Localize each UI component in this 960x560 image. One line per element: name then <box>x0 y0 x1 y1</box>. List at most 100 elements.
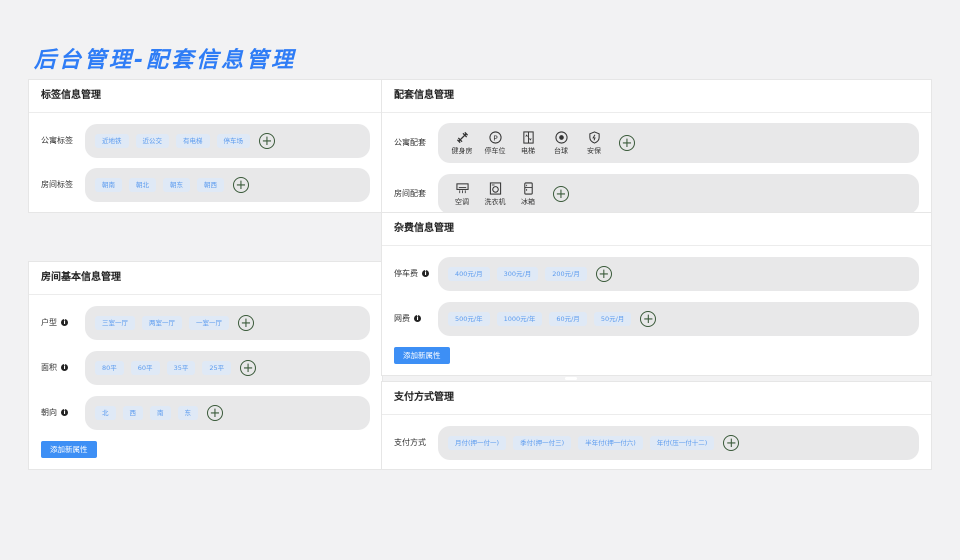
facility-item[interactable]: 空调 <box>448 182 476 207</box>
tag-chip[interactable]: 朝东 <box>163 178 190 192</box>
tag-chip[interactable]: 朝西 <box>197 178 224 192</box>
facility-list: 空调 洗衣机 冰箱 + <box>438 174 919 214</box>
row-label: 房间标签 <box>41 180 73 189</box>
facility-list: 健身房 P 停车位 电梯 台球 安保 + <box>438 123 919 163</box>
attribute-chip[interactable]: 西 <box>122 406 143 420</box>
internet-fee-row: 网费 i 500元/年 1000元/年 60元/月 50元/月 + <box>394 302 919 336</box>
facility-item[interactable]: 洗衣机 <box>481 182 509 207</box>
parking-icon: P <box>488 131 502 145</box>
tag-chip[interactable]: 朝南 <box>95 178 122 192</box>
attribute-chip[interactable]: 一室一厅 <box>189 316 229 330</box>
attribute-chip[interactable]: 25平 <box>202 361 232 375</box>
tag-chip[interactable]: 停车场 <box>216 134 250 148</box>
facility-item[interactable]: 电梯 <box>514 131 542 156</box>
payment-chip[interactable]: 季付(押一付三) <box>513 436 572 450</box>
fee-chip[interactable]: 60元/月 <box>549 312 587 326</box>
fridge-icon <box>521 182 535 196</box>
tag-info-card: 标签信息管理 公寓标签 近地铁 近公交 有电梯 停车场 + 房间标签 朝南 朝北… <box>28 79 383 213</box>
info-icon[interactable]: i <box>61 409 68 416</box>
attribute-chip[interactable]: 两室一厅 <box>142 316 182 330</box>
row-label: 公寓标签 <box>41 136 73 145</box>
row-label: 支付方式 <box>394 438 426 447</box>
row-label: 网费 i <box>394 302 421 336</box>
area-row: 面积 i 80平 60平 35平 25平 + <box>41 351 370 385</box>
fee-chip[interactable]: 200元/月 <box>545 267 587 281</box>
svg-text:P: P <box>493 133 498 142</box>
tag-chip[interactable]: 近公交 <box>135 134 169 148</box>
attribute-list: 三室一厅 两室一厅 一室一厅 + <box>85 306 370 340</box>
add-icon[interactable]: + <box>233 177 249 193</box>
row-label: 面积 i <box>41 351 68 385</box>
payment-method-card: 支付方式管理 支付方式 月付(押一付一) 季付(押一付三) 半年付(押一付六) … <box>381 381 932 470</box>
row-label: 朝向 i <box>41 396 68 430</box>
fee-chip[interactable]: 50元/月 <box>593 312 632 326</box>
billiards-icon <box>554 131 568 145</box>
payment-card-title: 支付方式管理 <box>382 382 931 415</box>
fee-info-card: 杂费信息管理 停车费 i 400元/月 300元/月 200元/月 + 网费 i 5… <box>381 212 932 376</box>
payment-chip[interactable]: 月付(押一付一) <box>448 436 507 450</box>
apartment-tag-row: 公寓标签 近地铁 近公交 有电梯 停车场 + <box>41 124 370 158</box>
tag-list: 朝南 朝北 朝东 朝西 + <box>85 168 370 202</box>
attribute-chip[interactable]: 35平 <box>166 361 196 375</box>
fee-list: 400元/月 300元/月 200元/月 + <box>438 257 919 291</box>
add-icon[interactable]: + <box>595 266 612 282</box>
add-icon[interactable]: + <box>640 311 657 327</box>
payment-chip[interactable]: 年付(压一付十二) <box>649 436 715 450</box>
fee-chip[interactable]: 300元/月 <box>496 267 539 281</box>
add-attribute-button[interactable]: 添加新属性 <box>41 441 97 458</box>
fee-chip[interactable]: 500元/年 <box>448 312 490 326</box>
add-icon[interactable]: + <box>259 133 275 149</box>
facility-item[interactable]: 健身房 <box>448 131 476 156</box>
tag-chip[interactable]: 有电梯 <box>176 134 210 148</box>
dumbbell-icon <box>455 131 469 145</box>
add-icon[interactable]: + <box>207 405 223 421</box>
attribute-list: 80平 60平 35平 25平 + <box>85 351 370 385</box>
info-icon[interactable]: i <box>414 315 421 322</box>
apartment-facility-row: 公寓配套 健身房 P 停车位 电梯 台球 安保 + <box>394 123 919 163</box>
room-card-title: 房间基本信息管理 <box>29 262 382 295</box>
attribute-chip[interactable]: 东 <box>177 406 198 420</box>
tag-card-title: 标签信息管理 <box>29 80 382 113</box>
info-icon[interactable]: i <box>61 319 68 326</box>
fee-chip[interactable]: 400元/月 <box>448 267 490 281</box>
fee-chip[interactable]: 1000元/年 <box>496 312 543 326</box>
row-label: 停车费 i <box>394 257 429 291</box>
attribute-chip[interactable]: 南 <box>150 406 171 420</box>
washing-machine-icon <box>488 182 502 196</box>
orientation-row: 朝向 i 北 西 南 东 + <box>41 396 370 430</box>
room-basic-info-card: 房间基本信息管理 户型 i 三室一厅 两室一厅 一室一厅 + 面积 i 80平 60… <box>28 261 383 470</box>
page-title: 后台管理-配套信息管理 <box>34 48 297 73</box>
add-icon[interactable]: + <box>240 360 257 376</box>
facility-item[interactable]: P 停车位 <box>481 131 509 156</box>
resize-handle[interactable] <box>565 377 577 380</box>
attribute-chip[interactable]: 60平 <box>130 361 160 375</box>
facility-item[interactable]: 台球 <box>547 131 575 156</box>
payment-list: 月付(押一付一) 季付(押一付三) 半年付(押一付六) 年付(压一付十二) + <box>438 426 919 460</box>
fee-list: 500元/年 1000元/年 60元/月 50元/月 + <box>438 302 919 336</box>
tag-chip[interactable]: 近地铁 <box>95 134 129 148</box>
layout-row: 户型 i 三室一厅 两室一厅 一室一厅 + <box>41 306 370 340</box>
fee-card-title: 杂费信息管理 <box>382 213 931 246</box>
room-facility-row: 房间配套 空调 洗衣机 冰箱 + <box>394 174 919 214</box>
attribute-chip[interactable]: 80平 <box>95 361 124 375</box>
payment-chip[interactable]: 半年付(押一付六) <box>578 436 643 450</box>
info-icon[interactable]: i <box>61 364 68 371</box>
elevator-icon <box>521 131 535 145</box>
facility-info-card: 配套信息管理 公寓配套 健身房 P 停车位 电梯 台球 安保 + 房间配套 空调… <box>381 79 932 214</box>
info-icon[interactable]: i <box>422 270 429 277</box>
add-icon[interactable]: + <box>238 315 254 331</box>
add-icon[interactable]: + <box>723 435 740 451</box>
facility-item[interactable]: 冰箱 <box>514 182 542 207</box>
air-conditioner-icon <box>455 182 469 196</box>
attribute-chip[interactable]: 北 <box>95 406 116 420</box>
row-label: 房间配套 <box>394 189 426 198</box>
attribute-chip[interactable]: 三室一厅 <box>95 316 135 330</box>
facility-item[interactable]: 安保 <box>580 131 608 156</box>
add-icon[interactable]: + <box>553 186 569 202</box>
tag-chip[interactable]: 朝北 <box>129 178 156 192</box>
room-tag-row: 房间标签 朝南 朝北 朝东 朝西 + <box>41 168 370 202</box>
security-shield-icon <box>587 131 601 145</box>
facility-card-title: 配套信息管理 <box>382 80 931 113</box>
add-attribute-button[interactable]: 添加新属性 <box>394 347 450 364</box>
add-icon[interactable]: + <box>619 135 635 151</box>
